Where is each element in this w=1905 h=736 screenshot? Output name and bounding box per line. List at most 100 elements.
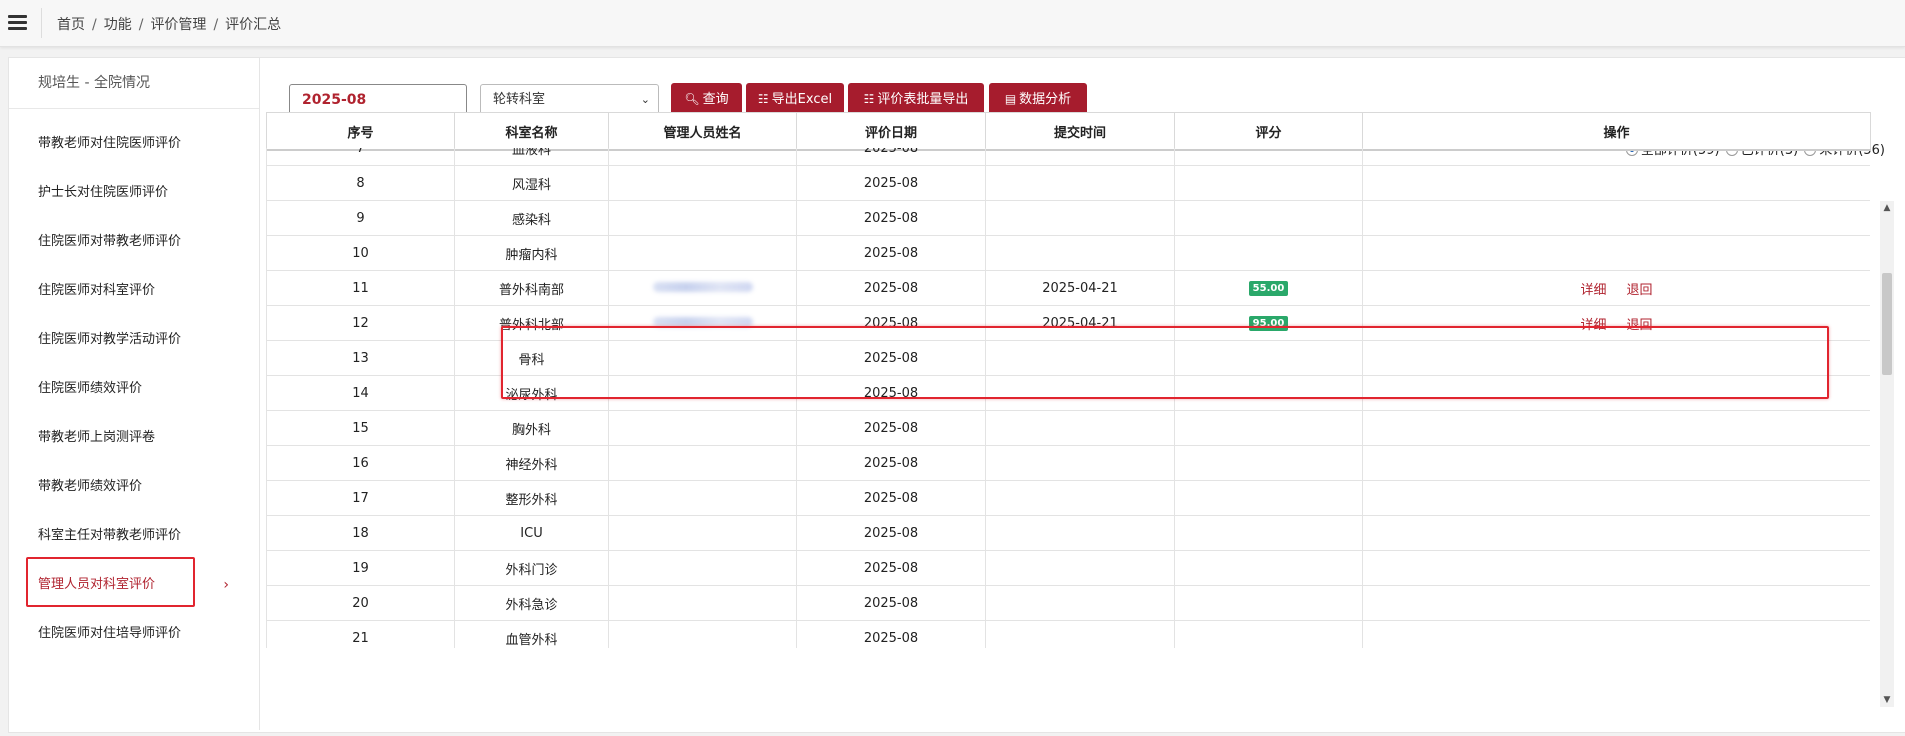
eval-date: 2025-08 (796, 410, 986, 446)
query-button-label: 查询 (702, 92, 729, 107)
eval-date: 2025-08 (796, 515, 986, 551)
score-cell (1174, 480, 1363, 516)
row-number: 21 (266, 620, 455, 648)
column-header: 提交时间 (985, 112, 1175, 151)
manager-name (608, 620, 797, 648)
eval-date: 2025-08 (796, 200, 986, 236)
sidebar-item-label: 带教老师上岗测评卷 (38, 430, 156, 445)
manager-name (608, 515, 797, 551)
detail-link[interactable]: 详细 (1580, 283, 1606, 298)
eval-date: 2025-08 (796, 550, 986, 586)
export-excel-label: 导出Excel (771, 92, 833, 107)
scroll-up-icon[interactable]: ▲ (1880, 203, 1894, 213)
score-cell (1174, 165, 1363, 201)
row-number: 20 (266, 585, 455, 621)
eval-date: 2025-08 (796, 270, 986, 306)
sidebar-item[interactable]: 住院医师绩效评价 (9, 367, 259, 411)
sidebar-item[interactable]: 住院医师对教学活动评价 (9, 318, 259, 362)
ops-cell (1362, 515, 1870, 551)
dept-name: 普外科南部 (454, 270, 609, 306)
manager-name (608, 585, 797, 621)
sidebar-item[interactable]: 带教老师对住院医师评价 (9, 122, 259, 166)
row-number: 11 (266, 270, 455, 306)
submit-time (985, 550, 1175, 586)
ops-cell (1362, 445, 1870, 481)
sidebar-item-label: 科室主任对带教老师评价 (38, 528, 182, 543)
row-number: 12 (266, 305, 455, 341)
sidebar-item[interactable]: 带教老师上岗测评卷 (9, 416, 259, 460)
dept-name: 整形外科 (454, 480, 609, 516)
dept-name: ICU (454, 515, 609, 551)
top-bar: 首页 / 功能 / 评价管理 / 评价汇总 (0, 0, 1905, 47)
sidebar-item-label: 住院医师对教学活动评价 (38, 332, 182, 347)
sidebar-item[interactable]: 住院医师对住培导师评价 (9, 612, 259, 656)
chevron-right-icon: › (223, 577, 229, 593)
dept-select-value: 轮转科室 (493, 92, 546, 107)
dept-name: 神经外科 (454, 445, 609, 481)
breadcrumb-function[interactable]: 功能 (104, 17, 132, 33)
ops-cell (1362, 585, 1870, 621)
table-row[interactable]: 18 ICU 2025-08 (266, 515, 1870, 551)
return-link[interactable]: 退回 (1627, 283, 1653, 298)
row-number: 14 (266, 375, 455, 411)
row-number: 8 (266, 165, 455, 201)
sidebar-item[interactable]: 带教老师绩效评价 (9, 465, 259, 509)
manager-name (608, 270, 797, 306)
eval-date: 2025-08 (796, 620, 986, 648)
submit-time (985, 148, 1175, 166)
submit-time (985, 620, 1175, 648)
row-number: 18 (266, 515, 455, 551)
eval-date: 2025-08 (796, 235, 986, 271)
column-header: 评分 (1174, 112, 1363, 151)
scroll-thumb[interactable] (1882, 273, 1892, 375)
manager-name (608, 480, 797, 516)
sidebar-item-label: 护士长对住院医师评价 (38, 185, 169, 200)
breadcrumb-current: 评价汇总 (225, 17, 282, 33)
manager-name (608, 200, 797, 236)
table-row[interactable]: 20 外科急诊 2025-08 (266, 585, 1870, 621)
submit-time (985, 235, 1175, 271)
table-row[interactable]: 17 整形外科 2025-08 (266, 480, 1870, 516)
column-header: 操作 (1362, 112, 1871, 151)
submit-time (985, 200, 1175, 236)
score-cell (1174, 515, 1363, 551)
manager-name (608, 235, 797, 271)
score-cell (1174, 550, 1363, 586)
manager-name (608, 148, 797, 166)
bar-chart-icon: ▤ (1004, 92, 1017, 106)
table-row[interactable]: 7 血液科 2025-08 (266, 148, 1870, 166)
breadcrumb-eval-mgmt[interactable]: 评价管理 (150, 17, 206, 33)
sidebar-item-label: 住院医师对住培导师评价 (38, 626, 182, 641)
manager-name (608, 410, 797, 446)
table-row[interactable]: 15 胸外科 2025-08 (266, 410, 1870, 446)
data-analysis-label: 数据分析 (1019, 92, 1072, 107)
column-header: 科室名称 (454, 112, 609, 151)
table-row[interactable]: 9 感染科 2025-08 (266, 200, 1870, 236)
sidebar-item[interactable]: 住院医师对科室评价 (9, 269, 259, 313)
eval-date: 2025-08 (796, 585, 986, 621)
chevron-down-icon: ⌄ (640, 93, 650, 106)
eval-date: 2025-08 (796, 148, 986, 166)
ops-cell: 详细 退回 (1362, 270, 1870, 306)
table-row[interactable]: 11 普外科南部 2025-08 2025-04-21 55.00 详细 退回 (266, 270, 1870, 306)
breadcrumb-home[interactable]: 首页 (57, 17, 85, 33)
sidebar-item[interactable]: 住院医师对带教老师评价 (9, 220, 259, 264)
table-row[interactable]: 10 肿瘤内科 2025-08 (266, 235, 1870, 271)
table-row[interactable]: 21 血管外科 2025-08 (266, 620, 1870, 648)
scroll-down-icon[interactable]: ▼ (1880, 695, 1894, 705)
table-row[interactable]: 16 神经外科 2025-08 (266, 445, 1870, 481)
submit-time (985, 445, 1175, 481)
menu-icon[interactable] (8, 15, 27, 31)
table-row[interactable]: 19 外科门诊 2025-08 (266, 550, 1870, 586)
score-cell: 55.00 (1174, 270, 1363, 306)
table-row[interactable]: 8 风湿科 2025-08 (266, 165, 1870, 201)
table-scrollbar[interactable]: ▲ ▼ (1880, 201, 1894, 707)
sidebar-item[interactable]: 科室主任对带教老师评价 (9, 514, 259, 558)
sidebar-item[interactable]: 护士长对住院医师评价 (9, 171, 259, 215)
table-header: 序号 科室名称 管理人员姓名 评价日期 提交时间 评分 操作 (266, 112, 1871, 151)
row-number: 7 (266, 148, 455, 166)
sidebar-item-label: 带教老师对住院医师评价 (38, 136, 182, 151)
dept-name: 感染科 (454, 200, 609, 236)
sidebar-title: 规培生 - 全院情况 (9, 58, 259, 109)
eval-date: 2025-08 (796, 445, 986, 481)
